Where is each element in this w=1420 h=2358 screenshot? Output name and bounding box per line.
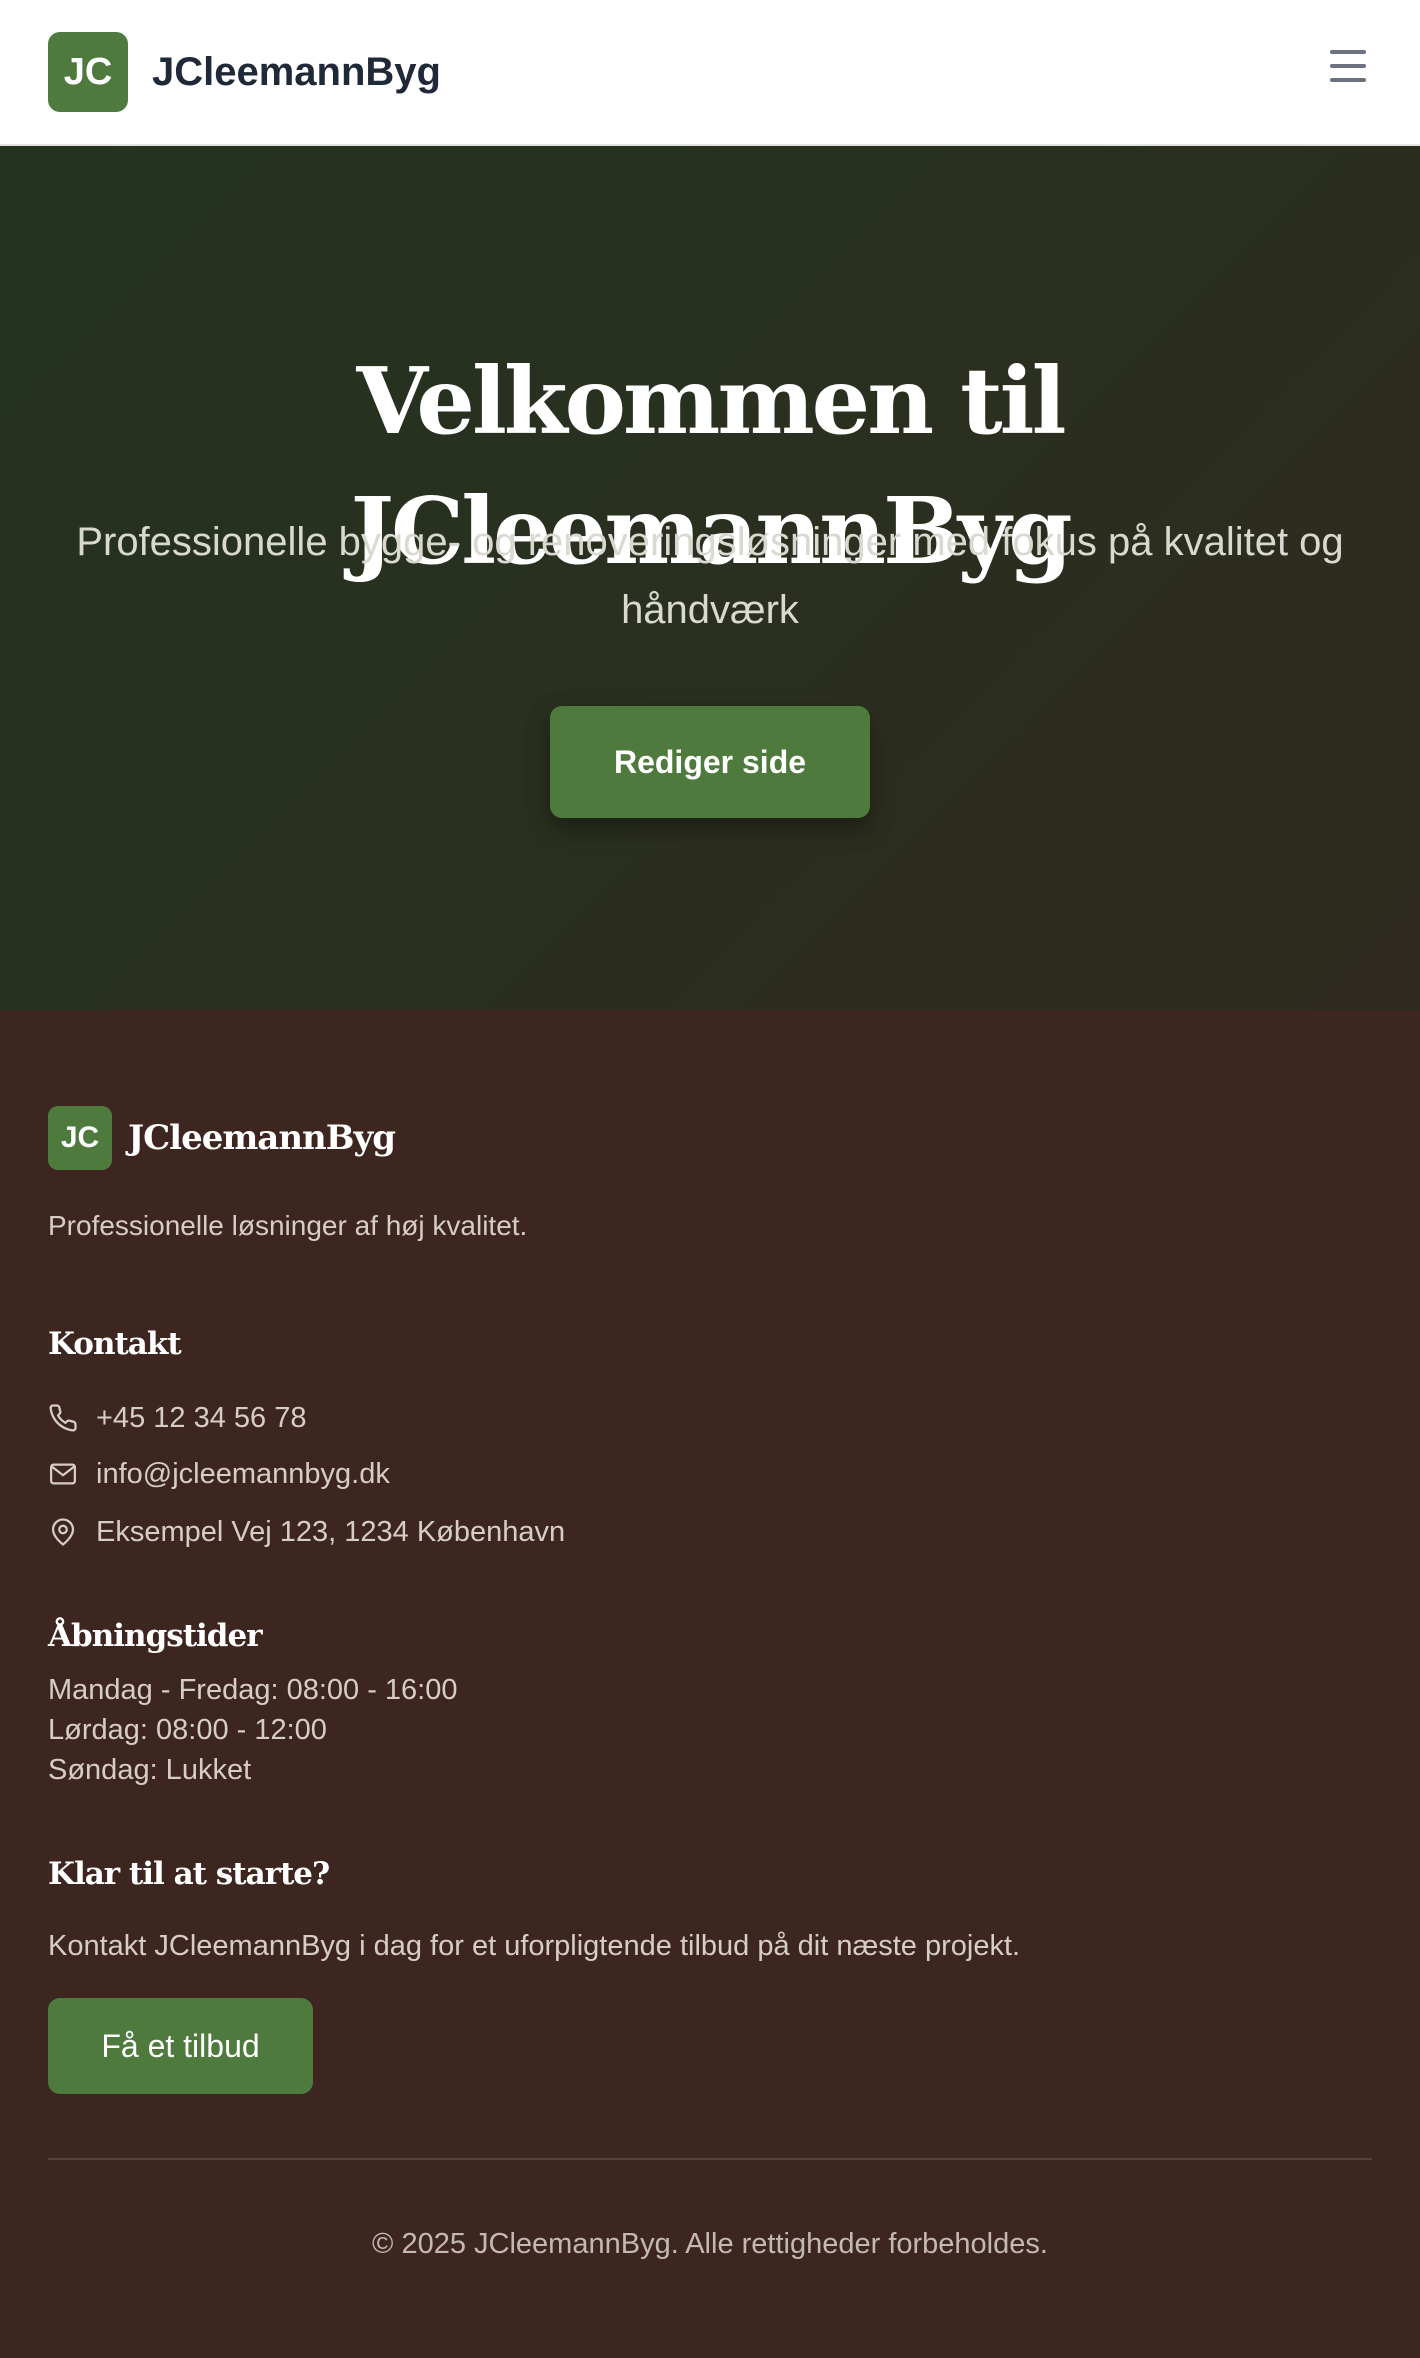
phone-icon <box>49 1404 77 1432</box>
footer-brand-name: JCleemannByg <box>128 1118 396 1158</box>
cta-text: Kontakt JCleemannByg i dag for et uforpl… <box>48 1930 1021 1962</box>
hamburger-menu-icon[interactable] <box>1326 48 1370 84</box>
hours-line: Lørdag: 08:00 - 12:00 <box>48 1714 327 1746</box>
contact-email[interactable]: info@jcleemannbyg.dk <box>48 1452 390 1496</box>
contact-heading: Kontakt <box>48 1326 182 1362</box>
hours-heading: Åbningstider <box>48 1618 263 1654</box>
get-quote-button[interactable]: Få et tilbud <box>48 1998 313 2094</box>
site-header: JC JCleemannByg <box>0 0 1420 146</box>
menu-bar <box>1330 78 1366 82</box>
hero-section: Velkommen til JCleemannByg Professionell… <box>0 146 1420 1010</box>
street-address: Eksempel Vej 123, 1234 København <box>96 1515 566 1548</box>
footer-logo-badge: JC <box>48 1106 112 1170</box>
contact-address: Eksempel Vej 123, 1234 København <box>48 1510 565 1554</box>
hero-subtitle: Professionelle bygge- og renoveringsløsn… <box>76 520 1344 632</box>
brand-name[interactable]: JCleemannByg <box>152 44 441 100</box>
hours-line: Søndag: Lukket <box>48 1754 252 1786</box>
opening-hours: Mandag - Fredag: 08:00 - 16:00 Lørdag: 0… <box>48 1670 457 1790</box>
email-address: info@jcleemannbyg.dk <box>96 1457 390 1490</box>
mail-icon <box>50 1463 76 1485</box>
menu-bar <box>1330 50 1366 54</box>
phone-number: +45 12 34 56 78 <box>96 1401 307 1434</box>
cta-heading: Klar til at starte? <box>48 1856 330 1892</box>
site-footer: JC JCleemannByg Professionelle løsninger… <box>0 1010 1420 2358</box>
hours-line: Mandag - Fredag: 08:00 - 16:00 <box>48 1674 458 1706</box>
footer-tagline: Professionelle løsninger af høj kvalitet… <box>48 1210 528 1241</box>
map-pin-icon <box>51 1518 75 1546</box>
contact-phone[interactable]: +45 12 34 56 78 <box>48 1396 306 1440</box>
footer-divider <box>48 2158 1372 2160</box>
logo-badge[interactable]: JC <box>48 32 128 112</box>
edit-page-button[interactable]: Rediger side <box>550 706 870 818</box>
copyright: © 2025 JCleemannByg. Alle rettigheder fo… <box>372 2228 1048 2260</box>
menu-bar <box>1330 64 1366 68</box>
